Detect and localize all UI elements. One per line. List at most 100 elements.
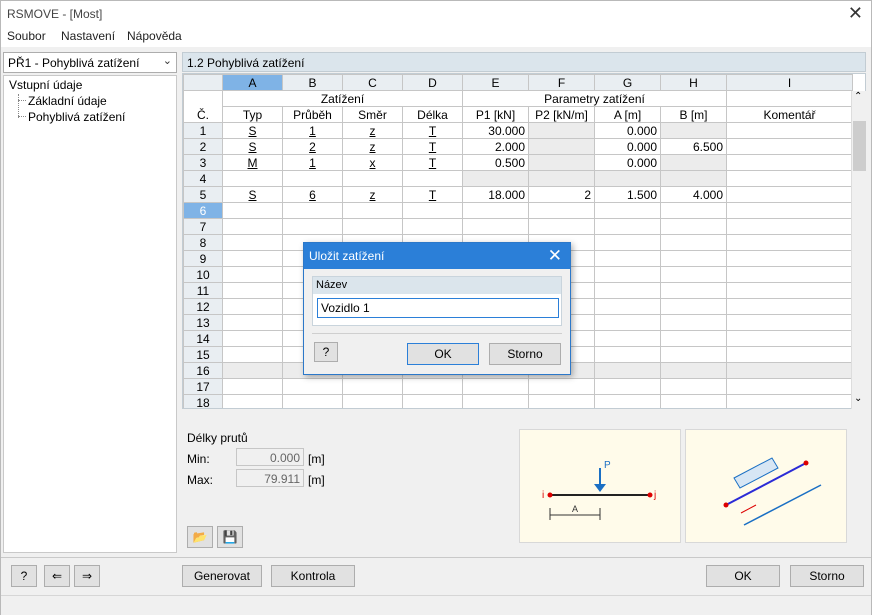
- cell-smer[interactable]: [342, 202, 403, 219]
- cell-typ[interactable]: [222, 394, 283, 408]
- cell-b[interactable]: [660, 266, 727, 283]
- cell-prubeh[interactable]: 6: [282, 186, 343, 203]
- col-letter[interactable]: C: [342, 74, 403, 91]
- import-button[interactable]: ⇐: [44, 565, 70, 587]
- cell-p2[interactable]: [528, 218, 595, 235]
- row-number[interactable]: 10: [183, 266, 223, 283]
- cell-kom[interactable]: [726, 154, 853, 171]
- cell-kom[interactable]: [726, 218, 853, 235]
- cell-b[interactable]: [660, 154, 727, 171]
- cell-b[interactable]: 4.000: [660, 186, 727, 203]
- cell-p1[interactable]: 0.500: [462, 154, 529, 171]
- cell-kom[interactable]: [726, 138, 853, 155]
- name-input[interactable]: Vozidlo 1: [317, 298, 559, 318]
- cell-delka[interactable]: T: [402, 138, 463, 155]
- cell-typ[interactable]: [222, 218, 283, 235]
- cell-a[interactable]: 0.000: [594, 138, 661, 155]
- cell-kom[interactable]: [726, 298, 853, 315]
- cell-p2[interactable]: [528, 378, 595, 395]
- cell-p2[interactable]: [528, 170, 595, 187]
- cell-smer[interactable]: z: [342, 122, 403, 139]
- cell-p1[interactable]: [462, 202, 529, 219]
- row-number[interactable]: 5: [183, 186, 223, 203]
- cell-b[interactable]: [660, 314, 727, 331]
- cell-b[interactable]: [660, 394, 727, 408]
- chevron-down-icon[interactable]: ⌄: [163, 54, 172, 67]
- cell-smer[interactable]: [342, 394, 403, 408]
- col-letter[interactable]: F: [528, 74, 595, 91]
- scrollbar-thumb[interactable]: [853, 121, 866, 171]
- tree-item-pohyblive-zatizeni[interactable]: Pohyblivá zatížení: [28, 110, 125, 124]
- col-letter[interactable]: G: [594, 74, 661, 91]
- cell-delka[interactable]: [402, 202, 463, 219]
- cell-b[interactable]: [660, 362, 727, 379]
- cell-b[interactable]: [660, 218, 727, 235]
- cell-prubeh[interactable]: 1: [282, 122, 343, 139]
- cell-smer[interactable]: z: [342, 138, 403, 155]
- cell-prubeh[interactable]: [282, 394, 343, 408]
- cancel-button[interactable]: Storno: [790, 565, 864, 587]
- dialog-cancel-button[interactable]: Storno: [489, 343, 561, 365]
- row-number[interactable]: 13: [183, 314, 223, 331]
- menu-nastaveni[interactable]: Nastavení: [61, 29, 115, 43]
- cell-typ[interactable]: M: [222, 154, 283, 171]
- cell-typ[interactable]: [222, 170, 283, 187]
- cell-a[interactable]: [594, 394, 661, 408]
- row-number[interactable]: 8: [183, 234, 223, 251]
- cell-b[interactable]: [660, 250, 727, 267]
- cell-smer[interactable]: [342, 218, 403, 235]
- cell-typ[interactable]: [222, 362, 283, 379]
- cell-kom[interactable]: [726, 346, 853, 363]
- cell-delka[interactable]: [402, 170, 463, 187]
- cell-p1[interactable]: [462, 394, 529, 408]
- cell-typ[interactable]: [222, 298, 283, 315]
- cell-b[interactable]: 6.500: [660, 138, 727, 155]
- generate-button[interactable]: Generovat: [182, 565, 262, 587]
- case-select[interactable]: PŘ1 - Pohyblivá zatížení ⌄: [3, 52, 177, 73]
- cell-a[interactable]: 1.500: [594, 186, 661, 203]
- dialog-help-button[interactable]: ?: [314, 342, 338, 362]
- export-button[interactable]: ⇒: [74, 565, 100, 587]
- table-scrollbar[interactable]: ⌃ ⌄: [851, 91, 866, 409]
- cell-prubeh[interactable]: [282, 170, 343, 187]
- row-number[interactable]: 17: [183, 378, 223, 395]
- cell-delka[interactable]: [402, 218, 463, 235]
- cell-typ[interactable]: [222, 266, 283, 283]
- row-number[interactable]: 9: [183, 250, 223, 267]
- cell-kom[interactable]: [726, 250, 853, 267]
- row-number[interactable]: 16: [183, 362, 223, 379]
- cell-delka[interactable]: [402, 394, 463, 408]
- row-number[interactable]: 7: [183, 218, 223, 235]
- cell-a[interactable]: 0.000: [594, 154, 661, 171]
- cell-kom[interactable]: [726, 394, 853, 408]
- cell-p1[interactable]: [462, 170, 529, 187]
- cell-p1[interactable]: 18.000: [462, 186, 529, 203]
- cell-b[interactable]: [660, 330, 727, 347]
- col-letter[interactable]: I: [726, 74, 853, 91]
- cell-prubeh[interactable]: [282, 218, 343, 235]
- tree-root[interactable]: Vstupní údaje: [9, 78, 82, 92]
- cell-b[interactable]: [660, 298, 727, 315]
- cell-b[interactable]: [660, 122, 727, 139]
- cell-kom[interactable]: [726, 330, 853, 347]
- cell-smer[interactable]: [342, 378, 403, 395]
- cell-typ[interactable]: [222, 314, 283, 331]
- cell-p2[interactable]: 2: [528, 186, 595, 203]
- col-letter[interactable]: D: [402, 74, 463, 91]
- row-number[interactable]: 1: [183, 122, 223, 139]
- row-number[interactable]: 18: [183, 394, 223, 408]
- cell-b[interactable]: [660, 378, 727, 395]
- close-icon[interactable]: ✕: [848, 4, 863, 22]
- cell-p1[interactable]: [462, 218, 529, 235]
- cell-kom[interactable]: [726, 122, 853, 139]
- col-letter[interactable]: B: [282, 74, 343, 91]
- cell-kom[interactable]: [726, 202, 853, 219]
- cell-p2[interactable]: [528, 138, 595, 155]
- col-letter[interactable]: A: [222, 74, 283, 91]
- cell-a[interactable]: [594, 250, 661, 267]
- row-number[interactable]: 15: [183, 346, 223, 363]
- cell-a[interactable]: 0.000: [594, 122, 661, 139]
- cell-b[interactable]: [660, 282, 727, 299]
- cell-typ[interactable]: [222, 330, 283, 347]
- cell-p1[interactable]: 2.000: [462, 138, 529, 155]
